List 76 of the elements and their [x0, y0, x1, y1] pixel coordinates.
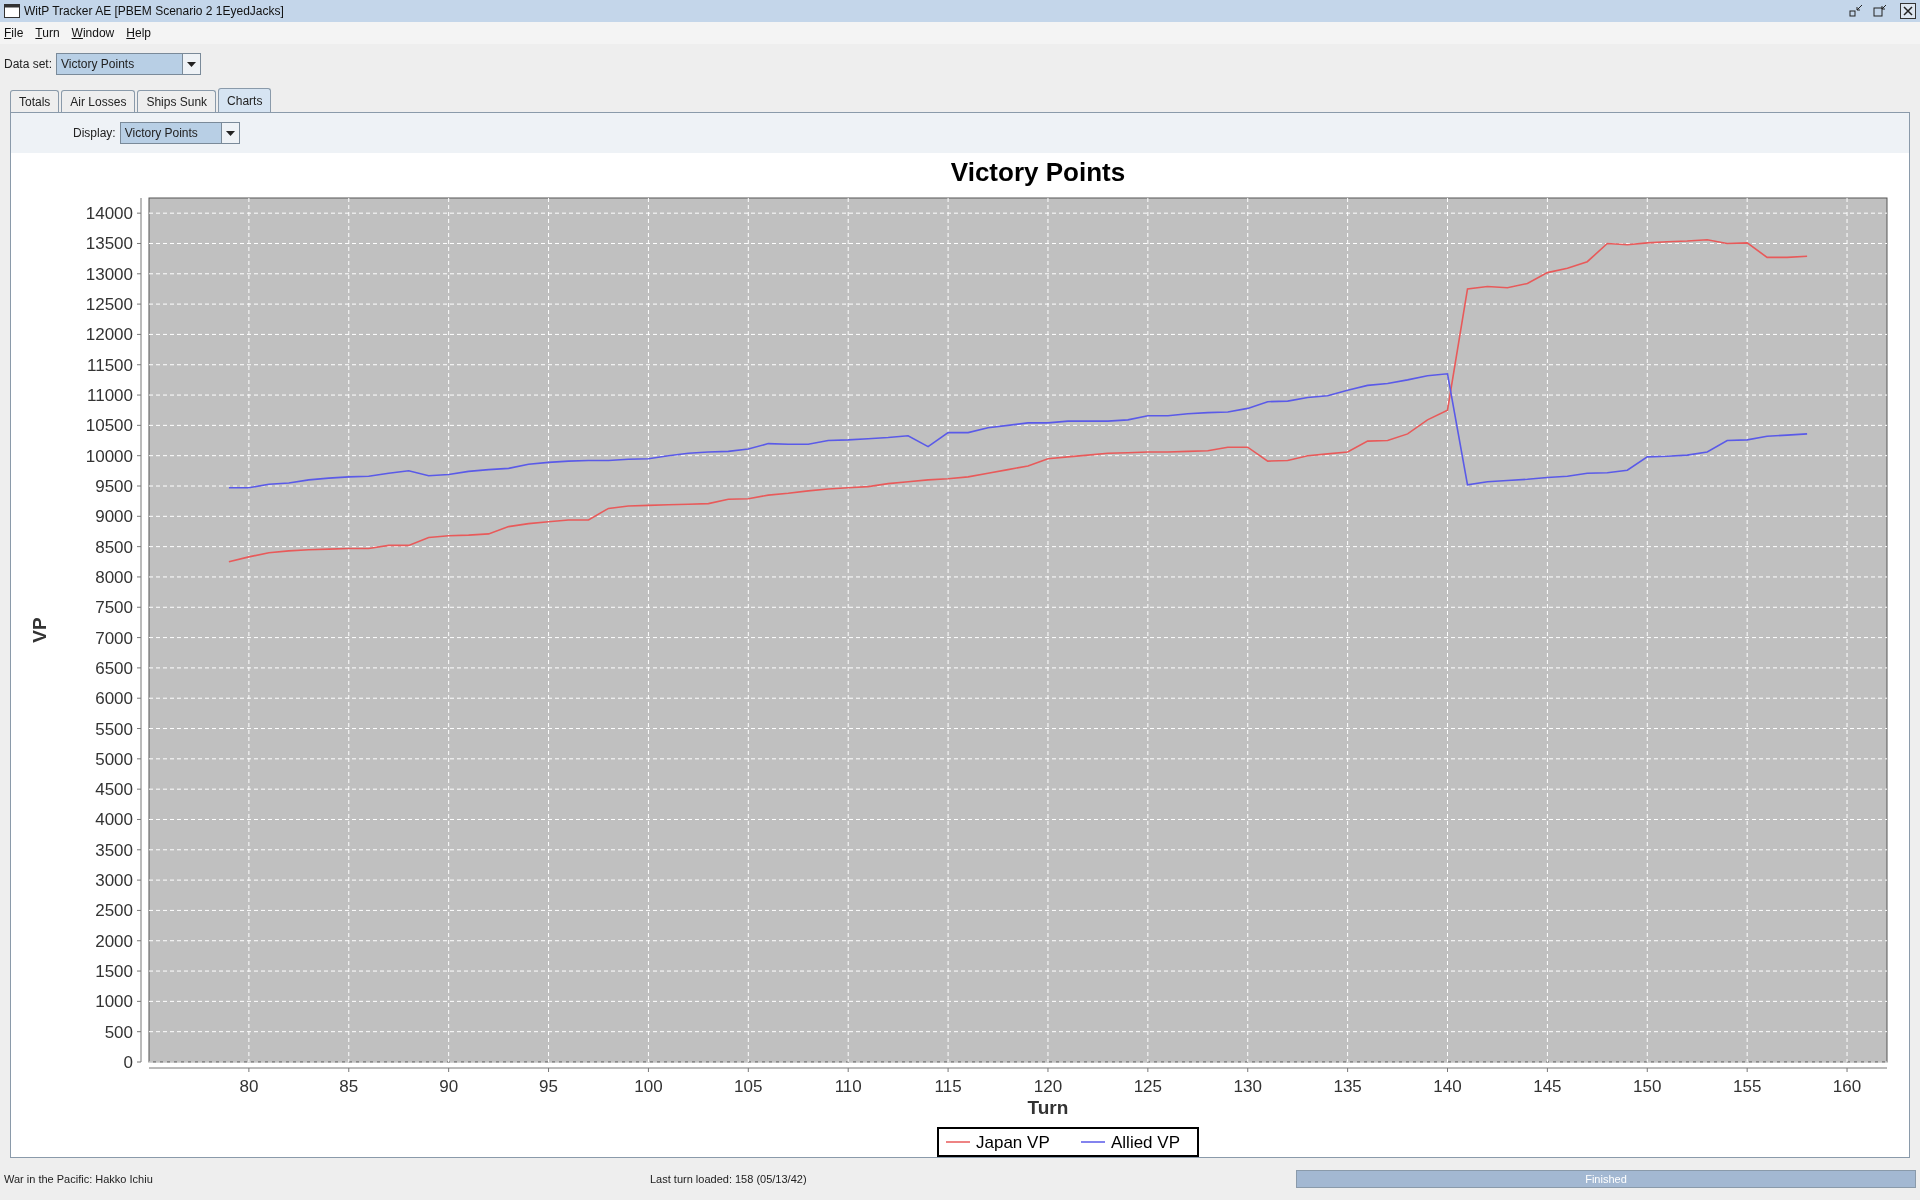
y-axis-title: VP	[29, 617, 50, 643]
y-tick-label: 9500	[95, 477, 133, 496]
y-tick-label: 11500	[87, 355, 133, 375]
y-tick-label: 3500	[95, 840, 133, 860]
tab[interactable]: Charts	[218, 88, 272, 112]
x-tick-label: 90	[439, 1077, 459, 1096]
x-tick-label: 120	[1033, 1077, 1063, 1096]
x-tick-label: 150	[1633, 1077, 1662, 1096]
y-tick-label: 8500	[95, 537, 133, 557]
y-tick-label: 2500	[95, 901, 133, 921]
y-tick-label: 7000	[95, 628, 133, 648]
x-tick-label: 100	[634, 1077, 663, 1096]
x-tick-label: 135	[1333, 1077, 1362, 1096]
y-tick-label: 12500	[85, 295, 133, 315]
x-tick-label: 80	[239, 1077, 259, 1096]
y-tick-label: 500	[104, 1022, 133, 1042]
y-tick-label: 11000	[87, 386, 133, 406]
window-icon	[4, 4, 20, 18]
y-tick-label: 3000	[95, 871, 133, 891]
y-tick-label: 4000	[95, 810, 133, 830]
tab[interactable]: Ships Sunk	[137, 90, 217, 112]
menu-item[interactable]: Window	[71, 24, 115, 42]
y-tick-label: 8000	[95, 567, 133, 587]
x-tick-label: 140	[1433, 1077, 1462, 1096]
legend-label: Allied VP	[1111, 1133, 1180, 1152]
x-tick-label: 145	[1533, 1077, 1562, 1096]
y-tick-label: 14000	[85, 204, 133, 224]
tab[interactable]: Air Losses	[61, 90, 136, 112]
window-title: WitP Tracker AE [PBEM Scenario 2 1EyedJacks]	[24, 3, 284, 20]
y-tick-label: 1500	[95, 962, 133, 982]
progress-label: Finished	[1584, 1171, 1628, 1187]
x-axis-title: Turn	[1027, 1097, 1069, 1118]
y-tick-label: 1000	[95, 992, 133, 1012]
status-text: War in the Pacific: Hakko Ichiu	[4, 1171, 154, 1187]
x-tick-label: 105	[734, 1077, 763, 1096]
display-label: Display:	[73, 125, 116, 142]
dropdown[interactable]: Victory Points	[119, 122, 240, 144]
x-tick-label: 85	[339, 1077, 359, 1096]
chart-title: Victory Points	[950, 157, 1126, 187]
last-turn-text: Last turn loaded: 158 (05/13/42)	[650, 1171, 808, 1187]
y-tick-label: 6500	[95, 658, 133, 678]
y-tick-label: 10500	[85, 416, 133, 436]
y-tick-label: 13000	[85, 264, 133, 284]
maximize-icon	[1873, 4, 1887, 18]
dropdown[interactable]: Victory Points	[56, 53, 202, 75]
tab[interactable]: Totals	[10, 90, 60, 112]
y-tick-label: 12000	[85, 325, 133, 345]
close-button[interactable]	[1900, 3, 1916, 19]
caret-icon	[187, 61, 197, 67]
y-tick-label: 13500	[85, 234, 133, 254]
y-tick-label: 10000	[85, 446, 133, 466]
menu-item[interactable]: Help	[126, 24, 151, 42]
close-icon	[1903, 6, 1913, 16]
dataset-label: Data set:	[4, 56, 53, 73]
y-tick-label: 6000	[95, 689, 133, 709]
y-tick-label: 5000	[95, 749, 133, 769]
legend-label: Japan VP	[976, 1133, 1050, 1152]
caret-icon	[225, 130, 235, 136]
y-tick-label: 0	[123, 1053, 133, 1072]
y-tick-label: 5500	[95, 719, 133, 739]
y-tick-label: 7500	[95, 598, 133, 618]
minimize-icon	[1849, 4, 1863, 18]
minimize-button[interactable]	[1848, 3, 1864, 19]
maximize-button[interactable]	[1872, 3, 1888, 19]
menu-item[interactable]: Turn	[35, 24, 60, 42]
x-tick-label: 110	[834, 1077, 862, 1096]
x-tick-label: 155	[1732, 1077, 1762, 1096]
x-tick-label: 160	[1832, 1077, 1862, 1096]
y-tick-label: 9000	[95, 507, 133, 527]
y-tick-label: 4500	[95, 780, 133, 800]
x-tick-label: 95	[539, 1077, 558, 1096]
y-tick-label: 2000	[95, 931, 133, 951]
x-tick-label: 115	[934, 1077, 962, 1096]
x-tick-label: 125	[1133, 1077, 1163, 1096]
menu-item[interactable]: File	[4, 24, 24, 42]
x-tick-label: 130	[1233, 1077, 1262, 1096]
